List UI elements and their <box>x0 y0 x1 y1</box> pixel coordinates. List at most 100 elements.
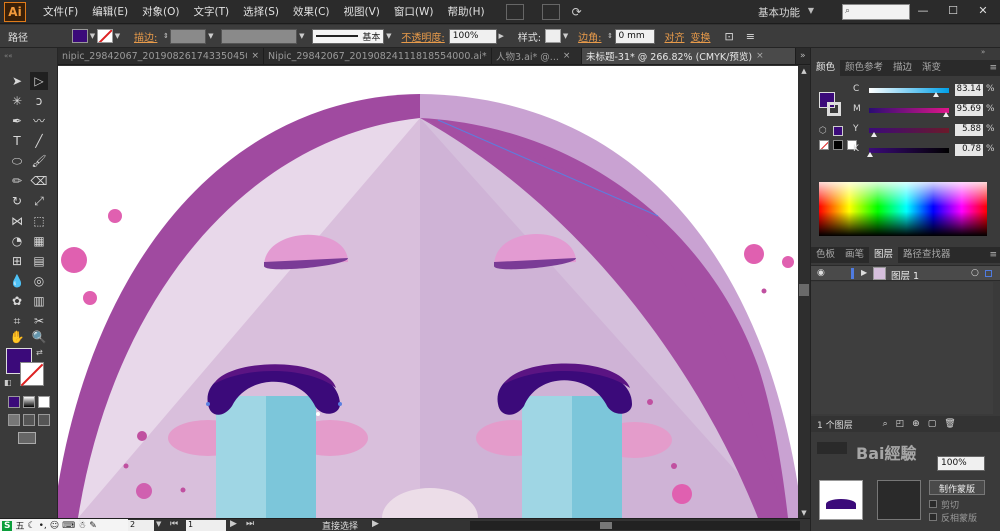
new-sublayer-icon[interactable]: ⊕ <box>912 419 920 429</box>
panel-menu-icon[interactable]: ≡ <box>989 250 997 260</box>
channel-slider-track[interactable] <box>869 128 949 133</box>
fill-swatch[interactable] <box>72 29 88 43</box>
mesh-tool-icon[interactable]: ⊞ <box>8 252 26 270</box>
color-spectrum[interactable] <box>819 182 987 236</box>
new-layer-icon[interactable]: ▢ <box>928 419 937 429</box>
chevron-right-icon[interactable]: ▶ <box>372 519 379 529</box>
channel-value-input[interactable]: 83.14 <box>955 84 983 96</box>
zoom-tool-icon[interactable]: 🔍 <box>30 328 48 346</box>
tab-pathfinder[interactable]: 路径查找器 <box>898 247 956 263</box>
menu-file[interactable]: 文件(F) <box>36 4 85 19</box>
scroll-thumb[interactable] <box>600 522 612 529</box>
brush-definition-select[interactable]: 基本 <box>312 28 385 44</box>
cmyk-row-y[interactable]: Y 5.88% <box>851 124 999 138</box>
draw-inside-icon[interactable] <box>38 414 50 426</box>
hand-tool-icon[interactable]: ✋ <box>8 328 26 346</box>
curvature-tool-icon[interactable]: 〰 <box>30 112 48 130</box>
channel-slider-knob[interactable] <box>866 152 873 157</box>
direct-selection-tool-icon[interactable]: ▷ <box>30 72 48 90</box>
clip-checkbox[interactable] <box>929 500 937 508</box>
menu-object[interactable]: 对象(O) <box>135 4 186 19</box>
expand-arrow-icon[interactable]: ▶ <box>861 268 867 277</box>
corner-stepper[interactable]: ⇕ <box>606 29 615 43</box>
selection-tool-icon[interactable]: ➤ <box>8 72 26 90</box>
menu-effect[interactable]: 效果(C) <box>286 4 337 19</box>
make-clipping-mask-icon[interactable]: ◰ <box>896 419 905 429</box>
first-page-icon[interactable]: ⏮ <box>170 519 178 529</box>
channel-value-input[interactable]: 5.88 <box>955 124 983 136</box>
eyedropper-tool-icon[interactable]: 💧 <box>8 272 26 290</box>
channel-slider-track[interactable] <box>869 148 949 153</box>
channel-value-input[interactable]: 95.69 <box>955 104 983 116</box>
draw-behind-icon[interactable] <box>23 414 35 426</box>
chevron-down-icon[interactable]: ▼ <box>808 6 814 15</box>
tab-swatches[interactable]: 色板 <box>811 247 840 263</box>
tab-document-active[interactable]: 未标题-31* @ 266.82% (CMYK/预览) × <box>582 48 796 64</box>
graphic-style-swatch[interactable] <box>545 29 562 43</box>
line-tool-icon[interactable]: ╱ <box>30 132 48 150</box>
corner-link[interactable]: 边角: <box>578 29 601 44</box>
locate-object-icon[interactable]: ⌕ <box>883 419 888 429</box>
tab-brushes[interactable]: 画笔 <box>840 247 869 263</box>
target-icon[interactable]: ○ <box>971 268 979 278</box>
delete-icon[interactable]: 🗑 <box>944 419 955 429</box>
swap-colors-icon[interactable]: ⇄ <box>36 348 43 357</box>
help-search-input[interactable]: ⌕ <box>842 4 910 20</box>
make-mask-button[interactable]: 制作蒙版 <box>929 480 985 495</box>
close-icon[interactable]: × <box>756 51 764 61</box>
menu-edit[interactable]: 编辑(E) <box>85 4 135 19</box>
paintbrush-tool-icon[interactable]: 🖌 <box>30 152 48 170</box>
transform-panel-link[interactable]: 变换 <box>691 29 711 44</box>
close-icon[interactable]: × <box>251 51 259 61</box>
zoom-field[interactable]: 2 <box>128 520 154 531</box>
channel-slider-knob[interactable] <box>942 112 949 117</box>
gpu-icon[interactable]: ⟳ <box>572 5 582 19</box>
layers-list[interactable] <box>811 282 993 414</box>
tab-document-3[interactable]: 人物3.ai* @... × <box>492 48 582 64</box>
emoji-icon[interactable]: ☺ <box>50 521 59 531</box>
punctuation-icon[interactable]: •, <box>39 521 47 531</box>
chevron-down-icon[interactable]: ▼ <box>113 29 122 43</box>
swatch-small[interactable] <box>833 126 843 136</box>
channel-value-input[interactable]: 0.78 <box>955 144 983 156</box>
isolate-group-icon[interactable]: ⊡ <box>725 30 734 43</box>
ime-mode-icon[interactable]: 五 <box>15 519 24 531</box>
stroke-color-box[interactable] <box>20 362 44 386</box>
transparency-opacity-input[interactable]: 100% <box>937 456 985 471</box>
chevron-down-icon[interactable]: ▼ <box>297 29 306 43</box>
corner-radius-input[interactable]: 0 mm <box>614 28 655 44</box>
invert-mask-checkbox[interactable] <box>929 513 937 521</box>
channel-slider-track[interactable] <box>869 108 949 113</box>
channel-slider-knob[interactable] <box>932 92 939 97</box>
chevron-down-icon[interactable]: ▼ <box>88 29 97 43</box>
tab-color[interactable]: 颜色 <box>811 60 841 76</box>
stroke-weight-stepper[interactable]: ⇕ <box>161 29 170 43</box>
skin-icon[interactable]: ☃ <box>78 521 86 531</box>
variable-width-profile[interactable] <box>221 28 298 44</box>
type-tool-icon[interactable]: T <box>8 132 26 150</box>
blend-tool-icon[interactable]: ◎ <box>30 272 48 290</box>
keyboard-icon[interactable]: ⌨ <box>62 521 75 531</box>
tabs-overflow-icon[interactable]: » <box>800 51 806 61</box>
minimize-icon[interactable]: — <box>916 4 930 18</box>
chevron-down-icon[interactable]: ▼ <box>156 520 161 528</box>
tab-gradient[interactable]: 渐变 <box>917 60 946 76</box>
scroll-thumb[interactable] <box>799 284 809 296</box>
cmyk-row-m[interactable]: M 95.69% <box>851 104 999 118</box>
scroll-up-icon[interactable]: ▲ <box>798 66 810 76</box>
artboard-canvas[interactable] <box>58 66 798 518</box>
artboard-number-field[interactable]: 1 <box>186 520 226 531</box>
chevron-right-icon[interactable]: ▶ <box>497 29 506 43</box>
cmyk-row-k[interactable]: K 0.78% <box>851 144 999 158</box>
last-page-icon[interactable]: ⏭ <box>246 519 254 529</box>
scale-tool-icon[interactable]: ⤢ <box>30 192 48 210</box>
opacity-panel-link[interactable]: 不透明度: <box>401 29 444 44</box>
chevron-down-icon[interactable]: ▼ <box>561 29 570 43</box>
gradient-tool-icon[interactable]: ▤ <box>30 252 48 270</box>
scroll-down-icon[interactable]: ▼ <box>798 508 810 518</box>
none-mode-icon[interactable] <box>38 396 50 408</box>
horizontal-scrollbar[interactable] <box>470 521 800 530</box>
close-icon[interactable]: × <box>563 51 571 61</box>
menu-help[interactable]: 帮助(H) <box>441 4 492 19</box>
align-panel-link[interactable]: 对齐 <box>665 29 685 44</box>
